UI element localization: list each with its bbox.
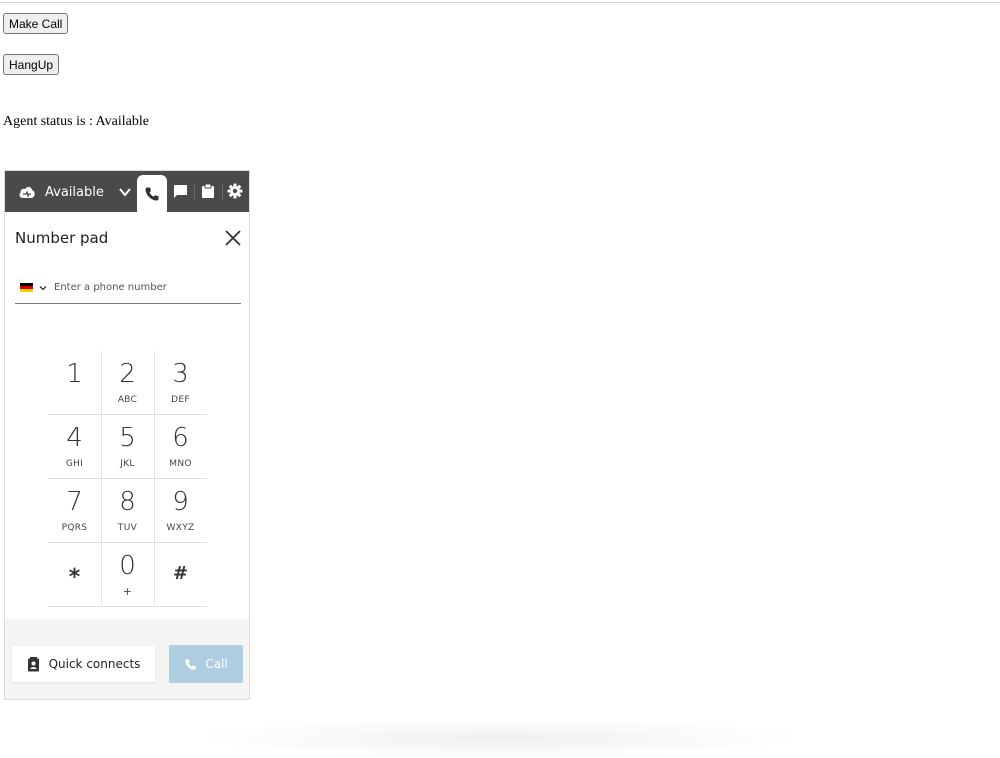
quick-connects-button[interactable]: Quick connects	[12, 646, 155, 682]
quick-connects-label: Quick connects	[48, 657, 141, 671]
phone-icon	[185, 658, 197, 670]
cloud-status-icon	[19, 186, 35, 198]
softphone-widget: Available Number pad Enter a phone numbe…	[4, 170, 250, 700]
key-2[interactable]: 2 ABC	[101, 351, 154, 415]
key-letters: WXYZ	[166, 523, 195, 533]
key-6[interactable]: 6 MNO	[154, 415, 207, 479]
phone-number-row	[15, 272, 241, 304]
chevron-down-icon	[119, 188, 131, 197]
gear-icon	[227, 183, 243, 199]
key-digit: 9	[172, 487, 189, 517]
key-9[interactable]: 9 WXYZ	[154, 479, 207, 543]
germany-flag-icon[interactable]	[20, 282, 33, 293]
tab-settings[interactable]	[226, 182, 244, 200]
key-letters: +	[122, 585, 133, 598]
key-letters: ABC	[117, 395, 138, 405]
key-5[interactable]: 5 JKL	[101, 415, 154, 479]
make-call-button[interactable]: Make Call	[3, 13, 69, 34]
key-digit: 3	[172, 359, 189, 389]
hangup-button[interactable]: HangUp	[3, 54, 60, 75]
tab-chat[interactable]	[171, 182, 189, 200]
contact-book-icon	[27, 656, 39, 671]
chevron-down-icon[interactable]	[38, 283, 48, 293]
key-digit: 6	[172, 423, 189, 453]
key-digit: 2	[119, 359, 136, 389]
top-divider	[0, 2, 1000, 3]
tab-divider	[222, 183, 223, 201]
call-button[interactable]: Call	[169, 645, 243, 683]
key-0[interactable]: 0 +	[101, 543, 154, 607]
tab-tasks[interactable]	[199, 182, 217, 200]
key-letters: PQRS	[61, 523, 88, 533]
key-digit: 4	[66, 423, 83, 453]
key-7[interactable]: 7 PQRS	[48, 479, 101, 543]
key-1[interactable]: 1	[48, 351, 101, 415]
number-pad-title: Number pad	[15, 229, 109, 247]
tab-phone[interactable]	[137, 175, 167, 212]
key-letters: MNO	[169, 459, 192, 469]
key-letters: GHI	[65, 459, 84, 469]
key-digit: 1	[66, 359, 83, 389]
status-label: Available	[45, 184, 104, 200]
key-digit: 8	[119, 487, 136, 517]
phone-number-input[interactable]	[54, 282, 234, 293]
key-digit: 0	[119, 551, 136, 581]
key-letters: TUV	[117, 523, 138, 533]
key-digit: 5	[119, 423, 136, 453]
clipboard-icon	[202, 183, 214, 198]
key-digit: 7	[66, 487, 83, 517]
key-4[interactable]: 4 GHI	[48, 415, 101, 479]
key-letters: DEF	[171, 395, 190, 405]
softphone-footer: Quick connects Call	[5, 619, 249, 699]
key-star[interactable]: *	[48, 543, 101, 607]
key-symbol: *	[68, 565, 81, 590]
tab-divider	[194, 183, 195, 201]
keypad: 1 2 ABC 3 DEF 4 GHI 5 JKL 6 MNO 7 PQRS 8…	[48, 351, 207, 607]
status-dropdown[interactable]: Available	[17, 181, 132, 203]
key-3[interactable]: 3 DEF	[154, 351, 207, 415]
key-hash[interactable]: #	[154, 543, 207, 607]
chat-icon	[173, 184, 187, 198]
key-letters: JKL	[120, 459, 135, 469]
agent-status-text: Agent status is : Available	[3, 114, 149, 129]
key-symbol: #	[172, 563, 189, 584]
bottom-shadow	[190, 718, 810, 758]
call-label: Call	[205, 657, 228, 671]
softphone-top-bar: Available	[5, 171, 249, 212]
key-8[interactable]: 8 TUV	[101, 479, 154, 543]
phone-icon	[145, 187, 159, 200]
close-icon[interactable]	[224, 229, 242, 247]
